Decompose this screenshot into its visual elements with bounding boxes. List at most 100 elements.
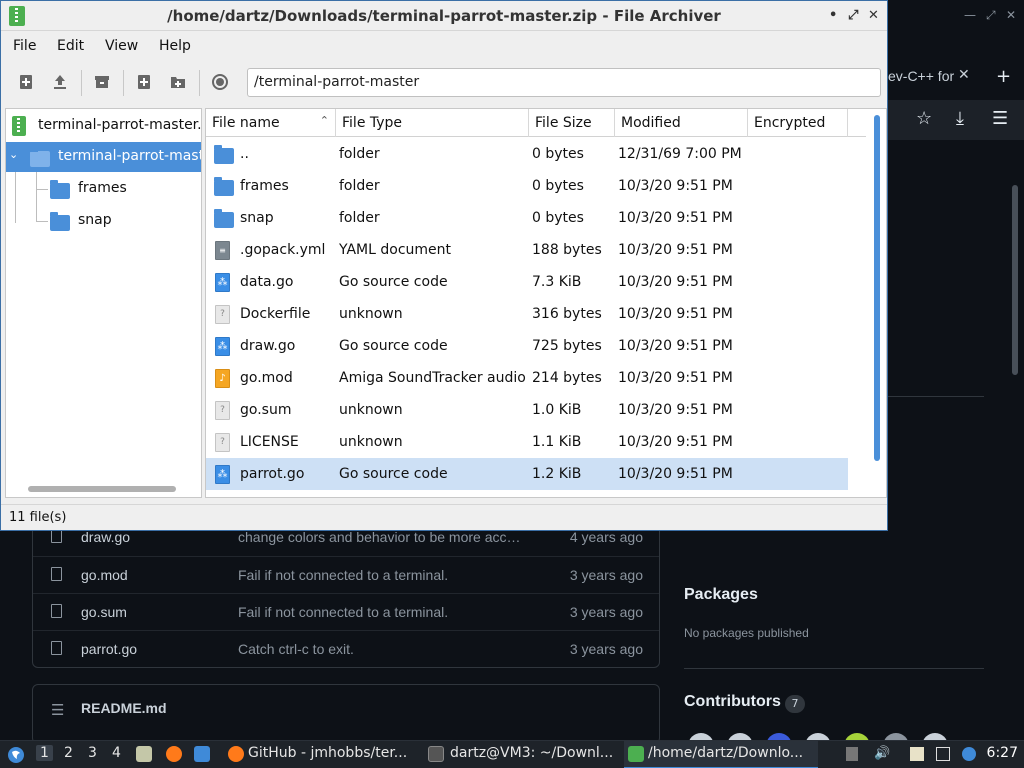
- file-size: 7.3 KiB: [532, 274, 582, 290]
- file-row[interactable]: go.sum Fail if not connected to a termin…: [33, 593, 659, 630]
- tree-horizontal-scrollbar[interactable]: [28, 486, 176, 492]
- workspace-3[interactable]: 3: [88, 745, 97, 761]
- file-type: folder: [339, 178, 380, 194]
- commit-message[interactable]: Fail if not connected to a terminal.: [238, 567, 528, 583]
- file-name[interactable]: go.mod: [81, 567, 128, 583]
- maximize-button[interactable]: ⤢: [848, 8, 858, 23]
- location-field[interactable]: /terminal-parrot-master: [247, 68, 881, 97]
- browser-close-icon[interactable]: ✕: [1006, 8, 1016, 22]
- folder-icon: [214, 145, 234, 164]
- tree-item-label: terminal-parrot-master.zip: [38, 117, 202, 133]
- status-bar: 11 file(s): [1, 504, 887, 530]
- browser-minimize-icon[interactable]: —: [964, 8, 976, 22]
- toolbar-separator: [123, 70, 124, 96]
- workspace-1[interactable]: 1: [36, 745, 53, 761]
- file-row[interactable]: ? Dockerfile unknown 316 bytes 10/3/20 9:51 …: [206, 298, 848, 330]
- stop-icon[interactable]: [211, 73, 231, 93]
- task-terminal[interactable]: dartz@VM3: ~/Downl...: [424, 741, 620, 768]
- file-manager-icon[interactable]: [136, 746, 152, 762]
- column-header-type[interactable]: File Type: [336, 109, 529, 137]
- menu-edit[interactable]: Edit: [57, 38, 84, 54]
- file-icon: [51, 529, 62, 543]
- menu-view[interactable]: View: [105, 38, 138, 54]
- file-row[interactable]: frames folder 0 bytes 10/3/20 9:51 PM: [206, 170, 848, 202]
- commit-message[interactable]: Catch ctrl-c to exit.: [238, 641, 528, 657]
- tree-item-snap[interactable]: snap: [6, 206, 201, 236]
- file-row[interactable]: ⁂ data.go Go source code 7.3 KiB 10/3/20 9:5…: [206, 266, 848, 298]
- file-row[interactable]: ♪ go.mod Amiga SoundTracker audio 214 bytes…: [206, 362, 848, 394]
- browser-maximize-icon[interactable]: ⤢: [986, 8, 996, 23]
- archive-box-icon[interactable]: [93, 73, 113, 93]
- tree-item-archive[interactable]: terminal-parrot-master.zip: [6, 111, 202, 141]
- task-firefox[interactable]: GitHub - jmhobbs/ter...: [224, 741, 418, 768]
- browser-tab-close-icon[interactable]: ✕: [958, 67, 970, 83]
- file-icon: [51, 641, 62, 655]
- firefox-icon[interactable]: [166, 746, 182, 762]
- start-menu-icon[interactable]: [6, 741, 26, 768]
- battery-icon[interactable]: [846, 747, 858, 761]
- file-row[interactable]: ⁂ parrot.go Go source code 1.2 KiB 10/3/20 9…: [206, 458, 848, 490]
- network-icon[interactable]: [936, 747, 950, 761]
- file-row[interactable]: ⁂ draw.go Go source code 725 bytes 10/3/20 9…: [206, 330, 848, 362]
- tree-item-frames[interactable]: frames: [6, 174, 201, 204]
- task-file-archiver[interactable]: /home/dartz/Downlo...: [624, 741, 818, 768]
- volume-icon[interactable]: 🔊: [874, 747, 890, 761]
- contributors-heading[interactable]: Contributors: [684, 693, 781, 711]
- file-name[interactable]: go.sum: [81, 604, 127, 620]
- menu-hamburger-icon[interactable]: ☰: [992, 108, 1008, 129]
- file-row[interactable]: ? LICENSE unknown 1.1 KiB 10/3/20 9:51 PM: [206, 426, 848, 458]
- add-folder-icon[interactable]: [169, 73, 189, 93]
- commit-message[interactable]: change colors and behavior to be more ac…: [238, 529, 528, 545]
- tree-item-label: snap: [78, 212, 112, 228]
- readme-title[interactable]: README.md: [81, 700, 167, 716]
- clipboard-icon[interactable]: [910, 747, 924, 761]
- workspace-4[interactable]: 4: [112, 745, 121, 761]
- file-row[interactable]: snap folder 0 bytes 10/3/20 9:51 PM: [206, 202, 848, 234]
- new-archive-icon[interactable]: [17, 73, 37, 93]
- title-bar[interactable]: /home/dartz/Downloads/terminal-parrot-ma…: [1, 1, 887, 31]
- commit-message[interactable]: Fail if not connected to a terminal.: [238, 604, 528, 620]
- file-row[interactable]: go.mod Fail if not connected to a termin…: [33, 556, 659, 593]
- menu-file[interactable]: File: [13, 38, 36, 54]
- file-modified: 10/3/20 9:51 PM: [618, 434, 733, 450]
- column-header-encrypted[interactable]: Encrypted: [748, 109, 848, 137]
- file-name[interactable]: draw.go: [81, 529, 130, 545]
- new-tab-icon[interactable]: +: [996, 66, 1011, 87]
- workspace-2[interactable]: 2: [64, 745, 73, 761]
- list-icon[interactable]: ☰: [51, 701, 64, 719]
- file-name[interactable]: parrot.go: [81, 641, 137, 657]
- browser-scrollbar[interactable]: [1012, 185, 1018, 375]
- file-row[interactable]: .. folder 0 bytes 12/31/69 7:00 PM: [206, 138, 848, 170]
- packages-heading[interactable]: Packages: [684, 586, 758, 604]
- notification-icon[interactable]: [962, 747, 976, 761]
- file-modified: 10/3/20 9:51 PM: [618, 306, 733, 322]
- file-list-scrollbar[interactable]: [874, 115, 880, 461]
- toolbar-separator: [81, 70, 82, 96]
- commit-age: 3 years ago: [569, 604, 643, 620]
- folder-launcher-icon[interactable]: [194, 746, 210, 762]
- column-header-size[interactable]: File Size: [529, 109, 615, 137]
- file-row[interactable]: parrot.go Catch ctrl-c to exit. 3 years …: [33, 630, 659, 667]
- file-row[interactable]: ? go.sum unknown 1.0 KiB 10/3/20 9:51 PM: [206, 394, 848, 426]
- menu-help[interactable]: Help: [159, 38, 191, 54]
- unknown-file-icon: ?: [215, 305, 230, 324]
- browser-tab-title[interactable]: ev-C++ for: [888, 68, 956, 84]
- expander-chevron-icon[interactable]: ⌄: [9, 148, 18, 161]
- file-icon: [51, 567, 62, 581]
- folder-icon: [30, 148, 50, 167]
- file-row[interactable]: ≡ .gopack.yml YAML document 188 bytes 10/3/2…: [206, 234, 848, 266]
- file-list: File name ⌃ File Type File Size Modified…: [205, 108, 887, 498]
- minimize-button[interactable]: •: [829, 8, 837, 23]
- close-button[interactable]: ✕: [868, 8, 879, 23]
- status-file-count: 11 file(s): [9, 510, 67, 525]
- downloads-icon[interactable]: ⤓: [956, 108, 964, 129]
- bookmark-star-icon[interactable]: ☆: [916, 108, 932, 129]
- add-files-icon[interactable]: [135, 73, 155, 93]
- file-modified: 10/3/20 9:51 PM: [618, 338, 733, 354]
- tree-item-label: terminal-parrot-master: [58, 148, 201, 164]
- extract-icon[interactable]: [51, 73, 71, 93]
- column-header-label: File name: [212, 115, 280, 131]
- column-header-modified[interactable]: Modified: [615, 109, 748, 137]
- column-header-name[interactable]: File name ⌃: [206, 109, 336, 137]
- tree-item-folder[interactable]: ⌄ terminal-parrot-master: [6, 142, 201, 172]
